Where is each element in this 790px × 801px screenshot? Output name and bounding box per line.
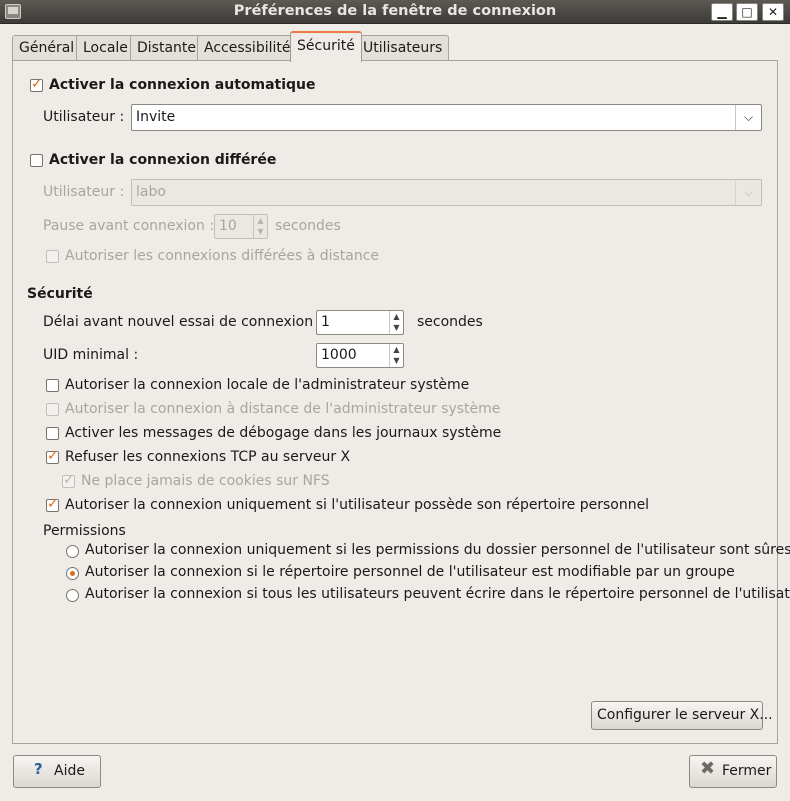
timed-login-user-combo: labo ⌵ xyxy=(131,179,762,206)
nfs-cookies-label: Ne place jamais de cookies sur NFS xyxy=(81,473,330,489)
permission-label-safe[interactable]: Autoriser la connexion uniquement si les… xyxy=(85,542,790,558)
tab-utilisateurs[interactable]: Utilisateurs xyxy=(356,35,450,61)
window-title: Préférences de la fenêtre de connexion xyxy=(233,3,557,19)
debug-messages-label[interactable]: Activer les messages de débogage dans le… xyxy=(65,425,501,441)
tab-distante[interactable]: Distante xyxy=(130,35,204,61)
spin-arrows-icon[interactable]: ▲ ▼ xyxy=(389,344,403,367)
own-home-label[interactable]: Autoriser la connexion uniquement si l'u… xyxy=(65,497,649,513)
help-label: Aide xyxy=(54,763,85,779)
pause-spinner: 10 ▲ ▼ xyxy=(214,214,268,239)
help-icon: ? xyxy=(34,760,43,778)
configure-x-server-button[interactable]: Configurer le serveur X... xyxy=(591,701,773,730)
close-window-button[interactable]: ✕ xyxy=(762,3,784,21)
spin-arrows-icon: ▲ ▼ xyxy=(253,215,267,238)
debug-messages-checkbox[interactable] xyxy=(46,427,59,440)
permission-radio-group[interactable] xyxy=(66,567,79,580)
tab-general[interactable]: Général xyxy=(12,35,82,61)
timed-login-user-value: labo xyxy=(136,184,166,200)
allow-local-root-label[interactable]: Autoriser la connexion locale de l'admin… xyxy=(65,377,469,393)
timed-remote-label: Autoriser les connexions différées à dis… xyxy=(65,248,380,264)
deny-tcp-checkbox[interactable] xyxy=(46,448,59,464)
security-heading: Sécurité xyxy=(27,286,93,302)
timed-remote-checkbox xyxy=(46,250,59,263)
deny-tcp-label[interactable]: Refuser les connexions TCP au serveur X xyxy=(65,449,350,465)
uid-spinner[interactable]: 1000 ▲ ▼ xyxy=(316,343,404,368)
permission-label-all[interactable]: Autoriser la connexion si tous les utili… xyxy=(85,586,790,602)
permission-radio-all[interactable] xyxy=(66,589,79,602)
autologin-user-combo[interactable]: Invite ⌵ xyxy=(131,104,762,131)
help-button[interactable]: ? Aide xyxy=(13,755,101,788)
uid-value[interactable]: 1000 xyxy=(321,347,357,363)
permission-radio-safe[interactable] xyxy=(66,545,79,558)
minimize-button[interactable]: ▁ xyxy=(711,3,733,21)
allow-remote-root-checkbox xyxy=(46,403,59,416)
retry-value[interactable]: 1 xyxy=(321,314,330,330)
close-button[interactable]: ✖ Fermer xyxy=(689,755,777,788)
maximize-button[interactable]: □ xyxy=(736,3,758,21)
allow-remote-root-label: Autoriser la connexion à distance de l'a… xyxy=(65,401,501,417)
autologin-user-label: Utilisateur : xyxy=(43,109,125,125)
autologin-checkbox[interactable] xyxy=(30,76,43,92)
permissions-heading: Permissions xyxy=(43,523,126,539)
pause-value: 10 xyxy=(219,218,237,234)
retry-label: Délai avant nouvel essai de connexion : xyxy=(43,314,323,330)
timed-login-checkbox[interactable] xyxy=(30,154,43,167)
chevron-down-icon: ⌵ xyxy=(735,180,761,205)
close-icon: ✖ xyxy=(700,758,716,779)
title-bar[interactable]: Préférences de la fenêtre de connexion ▁… xyxy=(0,0,790,24)
autologin-label[interactable]: Activer la connexion automatique xyxy=(49,77,316,93)
tab-locale[interactable]: Locale xyxy=(76,35,135,61)
timed-login-user-label: Utilisateur : xyxy=(43,184,125,200)
autologin-user-value: Invite xyxy=(136,109,176,125)
tab-securite[interactable]: Sécurité xyxy=(290,31,362,62)
timed-login-label[interactable]: Activer la connexion différée xyxy=(49,152,276,168)
retry-unit: secondes xyxy=(417,314,483,330)
close-label: Fermer xyxy=(722,763,772,779)
permission-label-group[interactable]: Autoriser la connexion si le répertoire … xyxy=(85,564,735,580)
configure-x-server-label: Configurer le serveur X... xyxy=(597,707,773,723)
tab-accessibilite[interactable]: Accessibilité xyxy=(197,35,298,61)
own-home-checkbox[interactable] xyxy=(46,496,59,512)
nfs-cookies-checkbox xyxy=(62,472,75,488)
pause-label: Pause avant connexion : xyxy=(43,218,215,234)
allow-local-root-checkbox[interactable] xyxy=(46,379,59,392)
chevron-down-icon[interactable]: ⌵ xyxy=(735,105,761,130)
spin-arrows-icon[interactable]: ▲ ▼ xyxy=(389,311,403,334)
pause-unit: secondes xyxy=(275,218,341,234)
retry-spinner[interactable]: 1 ▲ ▼ xyxy=(316,310,404,335)
uid-label: UID minimal : xyxy=(43,347,139,363)
